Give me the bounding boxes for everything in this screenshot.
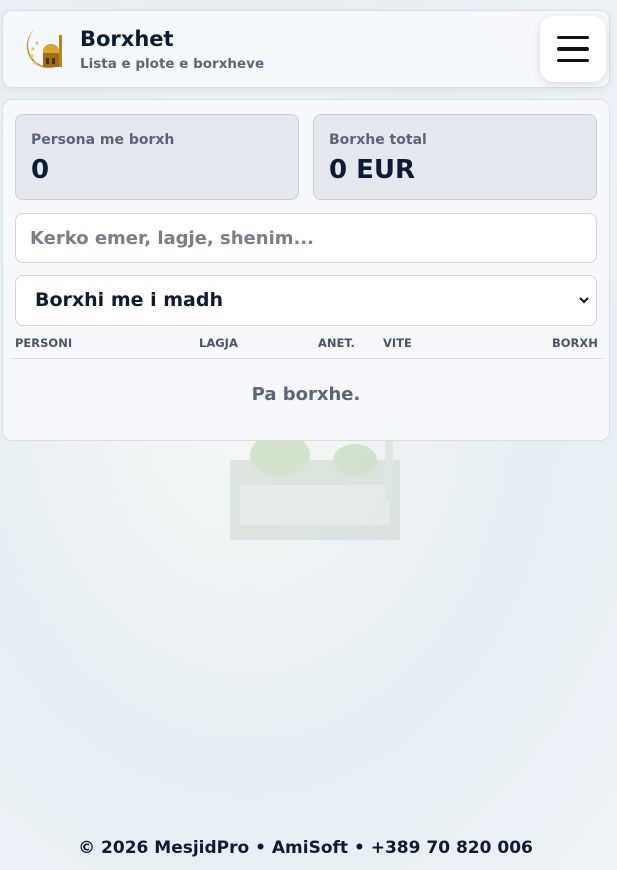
footer-text: © 2026 MesjidPro • AmiSoft • +389 70 820… (78, 838, 533, 858)
stat-value: 0 (31, 155, 50, 185)
column-header-personi[interactable]: PERSONI (15, 336, 72, 350)
column-header-anet[interactable]: ANET. (318, 336, 355, 350)
hamburger-menu-icon (557, 58, 589, 63)
app-header: Borxhet Lista e plote e borxheve (2, 10, 610, 88)
mosque-crescent-logo-icon (26, 29, 65, 69)
hamburger-menu-icon (557, 47, 589, 51)
stat-label: Persona me borxh (31, 132, 175, 148)
column-header-borxh[interactable]: BORXH (552, 336, 598, 350)
stat-value: 0 EUR (329, 155, 416, 185)
page-title: Borxhet (80, 27, 174, 51)
search-input[interactable] (15, 213, 597, 263)
page-subtitle: Lista e plote e borxheve (80, 56, 265, 72)
chevron-down-icon (579, 297, 589, 304)
empty-state-text: Pa borxhe. (251, 384, 361, 405)
stat-card-total: Borxhe total 0 EUR (313, 114, 597, 200)
column-header-vite[interactable]: VITE (383, 336, 412, 350)
debts-panel: Persona me borxh 0 Borxhe total 0 EUR Bo… (2, 99, 610, 441)
menu-button[interactable] (540, 16, 606, 82)
column-header-lagja[interactable]: LAGJA (199, 336, 238, 350)
hamburger-menu-icon (557, 35, 589, 40)
stat-label: Borxhe total (329, 132, 427, 148)
stat-card-people: Persona me borxh 0 (15, 114, 299, 200)
sort-select[interactable]: Borxhi me i madh (15, 275, 597, 326)
table-divider (11, 358, 603, 359)
sort-select-value: Borxhi me i madh (35, 289, 223, 311)
